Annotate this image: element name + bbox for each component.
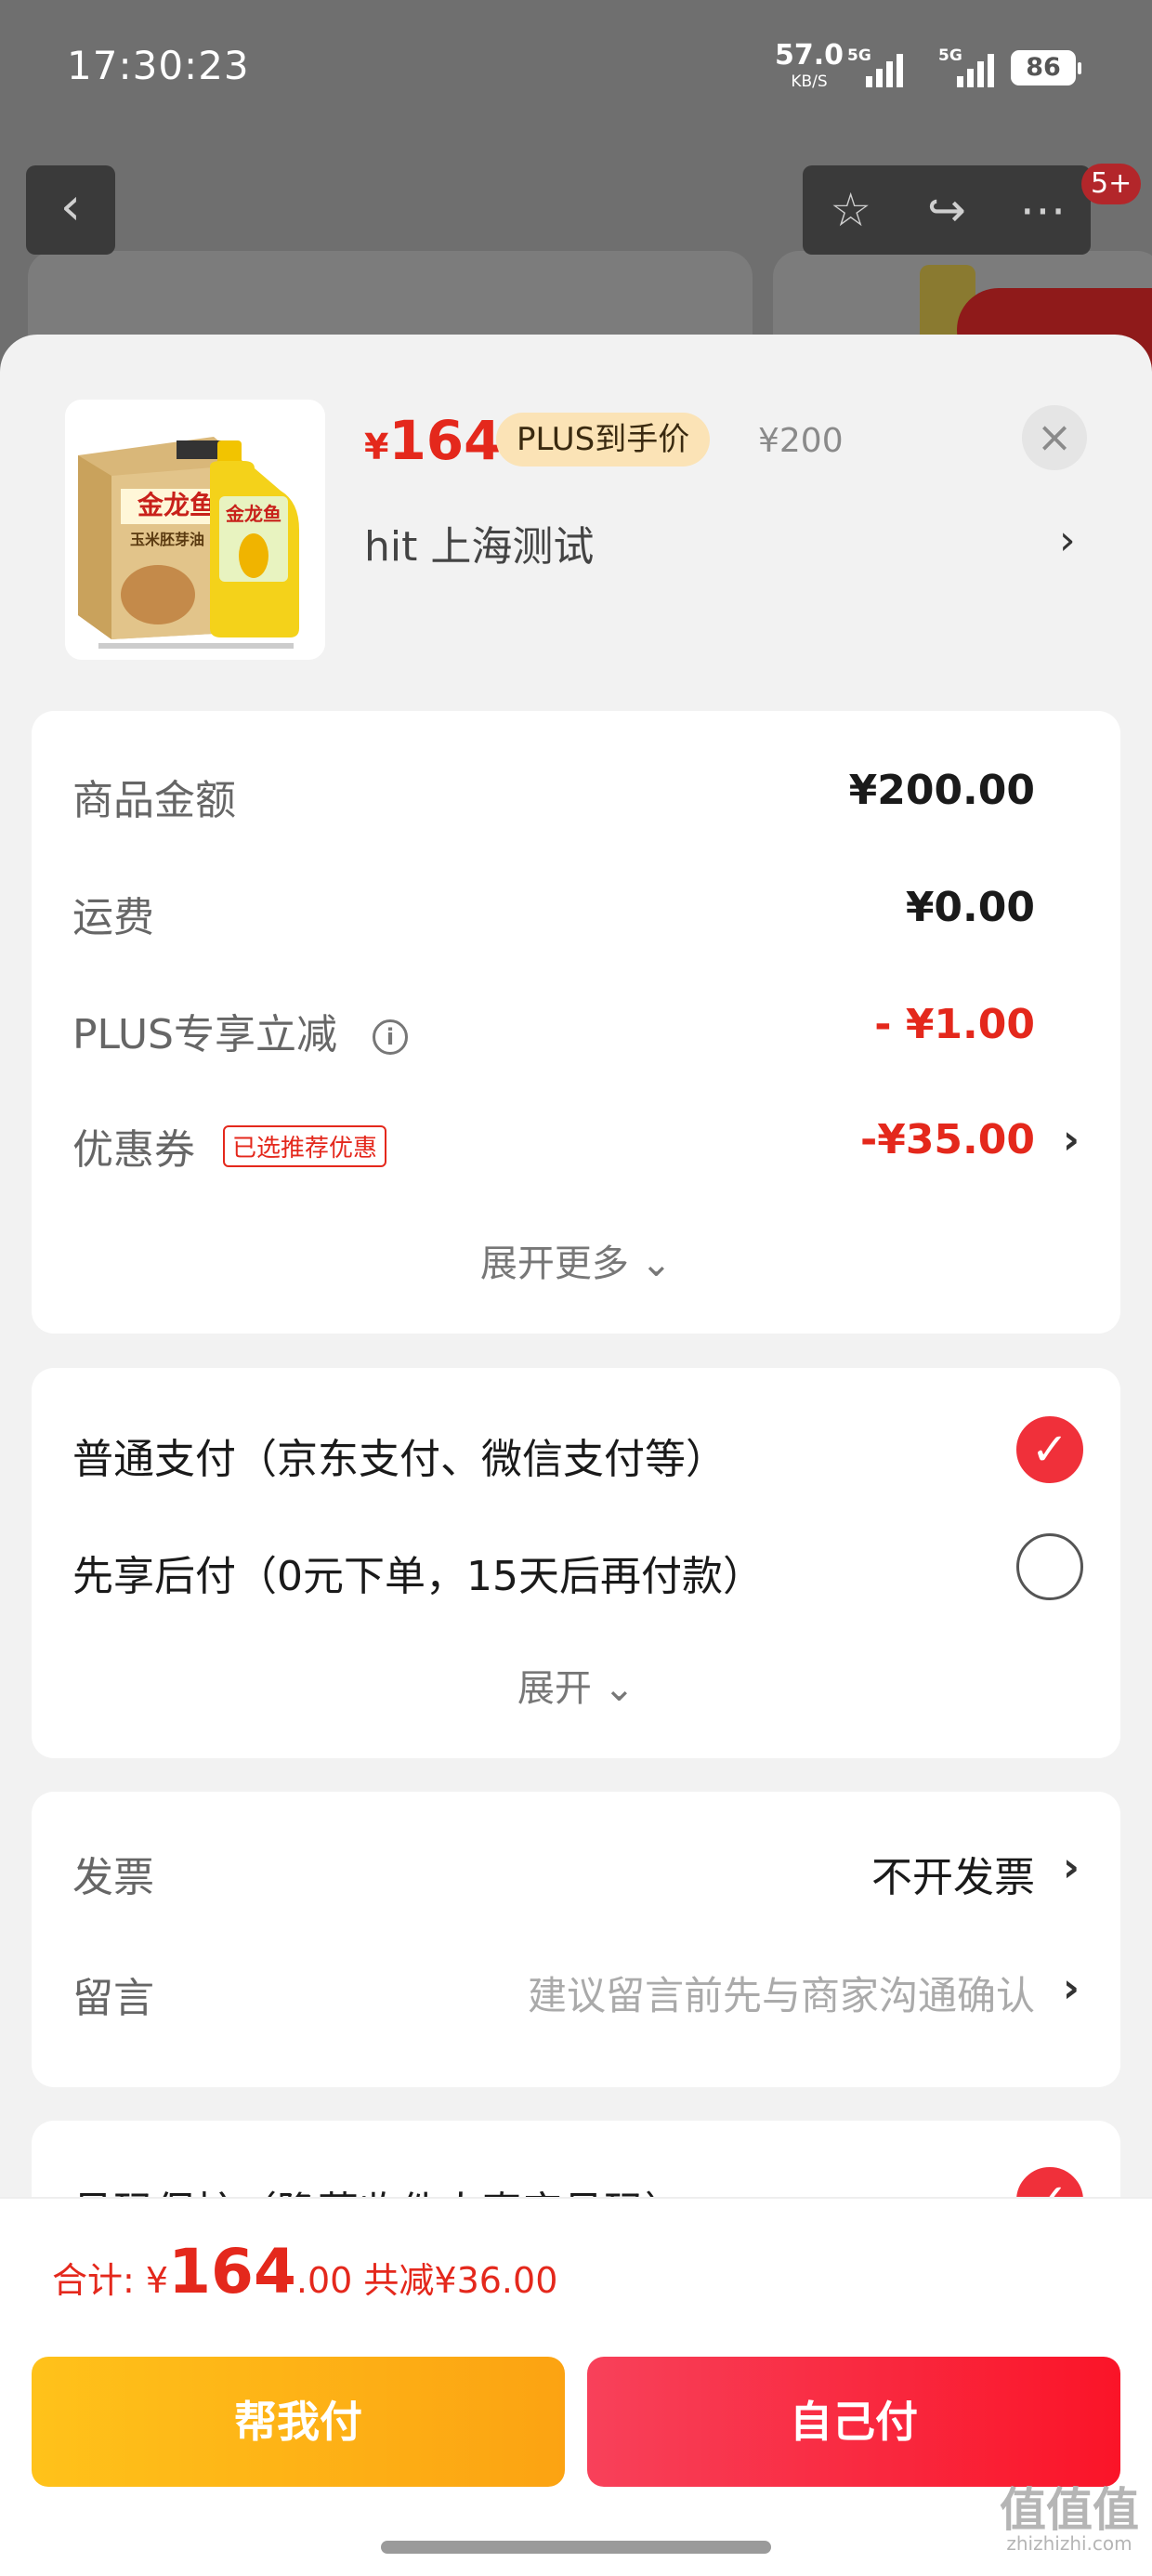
chevron-right-icon: › — [1062, 1844, 1080, 1891]
back-button[interactable]: ‹ — [26, 165, 115, 255]
nav-action-group: ☆ ↪ ⋯ — [803, 165, 1091, 255]
coupon-value: -¥35.00 — [859, 1116, 1035, 1163]
payment-option-label: 普通支付（京东支付、微信支付等） — [72, 1436, 727, 1483]
plus-price-tag: PLUS到手价 — [496, 413, 711, 467]
battery-icon: 86 — [1011, 50, 1081, 85]
total-currency: ¥ — [145, 2260, 169, 2301]
network-speed-unit: KB/S — [791, 72, 828, 91]
payment-option-normal[interactable]: 普通支付（京东支付、微信支付等） ✓ — [72, 1416, 1083, 1485]
goods-amount-row: 商品金额 ¥200.00 — [72, 767, 1080, 826]
help-pay-button[interactable]: 帮我付 — [32, 2357, 565, 2487]
close-button[interactable]: × — [1022, 405, 1087, 470]
chevron-left-icon: ‹ — [59, 177, 82, 237]
watermark: 值值值 zhizhizhi.com — [1000, 2487, 1139, 2554]
status-time: 17:30:23 — [67, 43, 250, 88]
chevron-right-icon[interactable]: › — [1059, 517, 1076, 564]
chevron-right-icon: › — [1062, 1965, 1080, 2012]
plus-discount-label: PLUS专享立减 — [72, 1011, 337, 1058]
plus-discount-row: PLUS专享立减 i - ¥1.00 — [72, 1001, 1080, 1060]
coupon-label: 优惠券 — [72, 1126, 195, 1174]
product-thumbnail: 金龙鱼 玉米胚芽油 金龙鱼 — [65, 400, 325, 660]
message-row[interactable]: 留言 建议留言前先与商家沟通确认 › — [72, 1965, 1080, 2024]
star-icon[interactable]: ☆ — [809, 183, 893, 237]
coupon-tag: 已选推荐优惠 — [223, 1125, 387, 1167]
price-currency: ¥ — [364, 427, 389, 467]
share-icon[interactable]: ↪ — [905, 183, 988, 237]
product-price: ¥164 — [364, 409, 502, 472]
network-speed-value: 57.0 — [775, 39, 844, 72]
more-icon[interactable]: ⋯ — [1001, 183, 1084, 237]
payment-option-label: 先享后付（0元下单，15天后再付款） — [72, 1553, 764, 1600]
message-label: 留言 — [72, 1975, 154, 2022]
invoice-label: 发票 — [72, 1854, 154, 1901]
shipping-value: ¥0.00 — [905, 884, 1035, 931]
order-total: 合计: ¥164.00 共减¥36.00 — [52, 2236, 557, 2307]
payment-method-card: 普通支付（京东支付、微信支付等） ✓ 先享后付（0元下单，15天后再付款） 展开… — [32, 1368, 1120, 1758]
info-icon[interactable]: i — [373, 1019, 408, 1055]
total-decimal: .00 — [295, 2260, 353, 2301]
invoice-value: 不开发票 — [871, 1854, 1035, 1901]
expand-payment-label: 展开 — [517, 1667, 592, 1710]
bottom-bar: 合计: ¥164.00 共减¥36.00 帮我付 自己付 值值值 zhizhiz… — [0, 2197, 1152, 2576]
product-spec[interactable]: hit 上海测试 — [364, 513, 594, 572]
original-price: ¥200 — [758, 422, 844, 460]
total-bar: 合计: ¥164.00 共减¥36.00 — [0, 2197, 1152, 2342]
expand-payment-button[interactable]: 展开 ⌄ — [32, 1658, 1120, 1712]
watermark-text: 值值值 — [1000, 2483, 1139, 2537]
radio-button[interactable] — [1016, 1533, 1083, 1600]
shipping-label: 运费 — [72, 894, 154, 941]
home-indicator[interactable] — [381, 2541, 771, 2554]
total-int: 164 — [168, 2236, 296, 2307]
price-value: 164 — [388, 409, 502, 472]
message-placeholder: 建议留言前先与商家沟通确认 — [527, 1973, 1035, 2018]
chevron-down-icon: ⌄ — [640, 1242, 673, 1285]
chevron-right-icon: › — [1062, 1116, 1080, 1163]
expand-more-button[interactable]: 展开更多 ⌄ — [32, 1233, 1120, 1287]
status-bar: 17:30:23 57.0 KB/S 5G 5G 86 — [0, 0, 1152, 130]
product-sub-text: 玉米胚芽油 — [130, 531, 204, 548]
product-brand-text: 金龙鱼 — [137, 490, 216, 519]
watermark-url: zhizhizhi.com — [1006, 2532, 1132, 2555]
payment-option-paylater[interactable]: 先享后付（0元下单，15天后再付款） — [72, 1533, 1083, 1602]
invoice-message-card: 发票 不开发票 › 留言 建议留言前先与商家沟通确认 › — [32, 1792, 1120, 2087]
product-header: 金龙鱼 玉米胚芽油 金龙鱼 ¥164 PLUS到手价 ¥200 × hit 上海… — [0, 335, 1152, 697]
expand-more-label: 展开更多 — [479, 1242, 629, 1285]
invoice-row[interactable]: 发票 不开发票 › — [72, 1844, 1080, 1903]
signal-icon: 5G — [938, 46, 994, 87]
coupon-row[interactable]: 优惠券 已选推荐优惠 -¥35.00 › — [72, 1116, 1080, 1176]
plus-discount-value: - ¥1.00 — [874, 1001, 1035, 1048]
chevron-down-icon: ⌄ — [603, 1667, 635, 1710]
network-speed: 57.0 KB/S — [775, 42, 844, 95]
goods-amount-label: 商品金额 — [72, 777, 236, 824]
product-bottle-text: 金龙鱼 — [225, 503, 281, 525]
shipping-row: 运费 ¥0.00 — [72, 884, 1080, 943]
total-saved: 共减¥36.00 — [363, 2260, 558, 2301]
goods-amount-value: ¥200.00 — [848, 767, 1035, 814]
self-pay-button[interactable]: 自己付 — [587, 2357, 1120, 2487]
price-summary-card: 商品金额 ¥200.00 运费 ¥0.00 PLUS专享立减 i - ¥1.00… — [32, 711, 1120, 1334]
checkmark-icon[interactable]: ✓ — [1016, 1416, 1083, 1483]
signal-icon: 5G — [847, 46, 903, 87]
message-badge: 5+ — [1081, 164, 1142, 204]
total-label: 合计: — [52, 2260, 135, 2301]
close-icon: × — [1036, 412, 1073, 462]
